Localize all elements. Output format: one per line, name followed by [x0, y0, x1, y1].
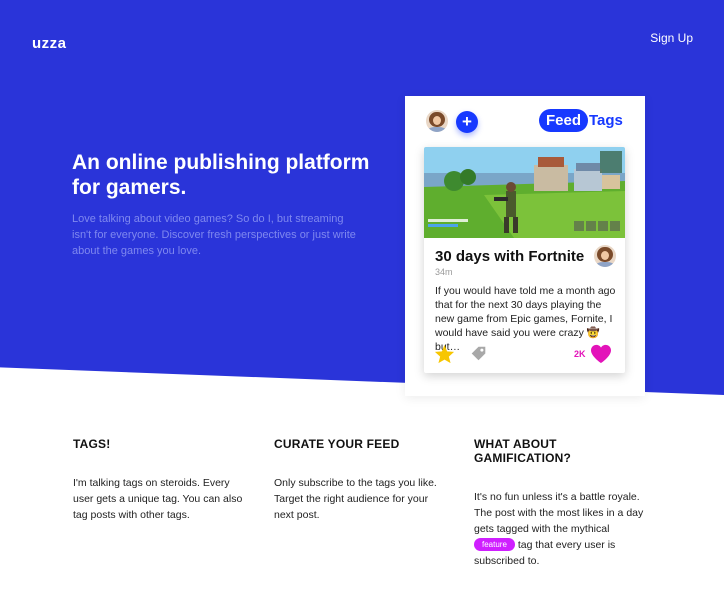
heart-icon[interactable] [590, 344, 612, 364]
post-title[interactable]: 30 days with Fortnite [435, 248, 584, 265]
likes-count: 2K [574, 349, 586, 359]
tab-feed[interactable]: Feed [539, 109, 589, 132]
author-avatar[interactable] [594, 245, 616, 267]
feature-text: I'm talking tags on steroids. Every user… [73, 477, 243, 521]
app-mockup: + Feed Tags 30 days with Fortnite 34m If… [405, 96, 645, 396]
user-avatar[interactable] [426, 110, 448, 132]
feature-text: It's no fun unless it's a battle royale.… [474, 489, 649, 569]
feature-text-before: It's no fun unless it's a battle royale.… [474, 491, 644, 535]
feature-heading: WHAT ABOUT GAMIFICATION? [474, 437, 572, 465]
hero-title: An online publishing platform for gamers… [72, 151, 370, 199]
logo[interactable]: uzza [32, 35, 67, 52]
post-cover-image [424, 147, 625, 238]
feature-heading: TAGS! [73, 437, 111, 451]
star-icon[interactable] [434, 344, 455, 364]
feature-badge: feature [474, 538, 515, 551]
feature-gamification: WHAT ABOUT GAMIFICATION? It's no fun unl… [474, 437, 649, 569]
tag-icon[interactable] [470, 345, 487, 362]
tab-tags[interactable]: Tags [589, 109, 623, 132]
post-timestamp: 34m [435, 267, 453, 277]
feature-heading: CURATE YOUR FEED [274, 437, 400, 451]
new-post-button[interactable]: + [456, 111, 478, 133]
hero-subtitle: Love talking about video games? So do I,… [72, 213, 356, 257]
post-card[interactable]: 30 days with Fortnite 34m If you would h… [424, 147, 625, 373]
feature-curate: CURATE YOUR FEED Only subscribe to the t… [274, 437, 449, 523]
feature-tags: TAGS! I'm talking tags on steroids. Ever… [73, 437, 248, 523]
signup-link[interactable]: Sign Up [650, 31, 693, 45]
feature-text: Only subscribe to the tags you like. Tar… [274, 477, 437, 521]
